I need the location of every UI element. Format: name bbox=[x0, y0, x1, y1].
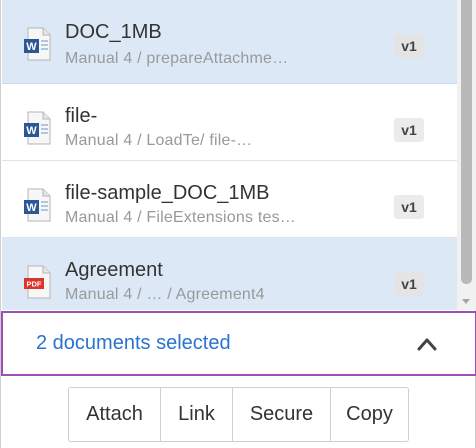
document-path: Manual 4 / FileExtensions tes… bbox=[65, 209, 296, 226]
chevron-up-icon[interactable] bbox=[417, 337, 437, 351]
word-document-icon: W bbox=[24, 111, 52, 145]
pdf-badge-text: PDF bbox=[27, 280, 42, 289]
version-badge: v1 bbox=[394, 34, 424, 58]
svg-text:W: W bbox=[26, 125, 37, 137]
document-title: Agreement bbox=[65, 259, 163, 281]
document-title: file- bbox=[65, 105, 98, 127]
document-path: Manual 4 / LoadTe/ file-… bbox=[65, 132, 253, 149]
document-row-agreement[interactable]: PDF Agreement Manual 4 / … / Agreement4 … bbox=[2, 238, 457, 310]
word-document-icon: W bbox=[24, 27, 52, 61]
svg-text:W: W bbox=[26, 202, 37, 214]
link-button[interactable]: Link bbox=[161, 388, 233, 441]
document-title: DOC_1MB bbox=[65, 21, 162, 43]
copy-button[interactable]: Copy bbox=[331, 388, 408, 441]
document-title: file-sample_DOC_1MB bbox=[65, 182, 270, 204]
document-path: Manual 4 / prepareAttachme… bbox=[65, 50, 289, 67]
version-badge: v1 bbox=[394, 272, 424, 296]
selection-count-label: 2 documents selected bbox=[36, 332, 231, 354]
document-row-file[interactable]: W file- Manual 4 / LoadTe/ file-… v1 bbox=[2, 84, 457, 161]
version-badge: v1 bbox=[394, 118, 424, 142]
attach-button[interactable]: Attach bbox=[69, 388, 161, 441]
action-button-group: Attach Link Secure Copy bbox=[68, 387, 409, 442]
document-row-file-sample-doc-1mb[interactable]: W file-sample_DOC_1MB Manual 4 / FileExt… bbox=[2, 161, 457, 238]
secure-button[interactable]: Secure bbox=[233, 388, 331, 441]
scroll-down-arrow-icon[interactable] bbox=[462, 299, 470, 304]
version-badge: v1 bbox=[394, 195, 424, 219]
scrollbar-thumb[interactable] bbox=[461, 0, 472, 284]
word-document-icon: W bbox=[24, 188, 52, 222]
pdf-document-icon: PDF bbox=[24, 265, 52, 299]
document-list: W DOC_1MB Manual 4 / prepareAttachme… v1… bbox=[2, 0, 457, 310]
document-row-doc-1mb[interactable]: W DOC_1MB Manual 4 / prepareAttachme… v1 bbox=[2, 0, 457, 84]
document-picker-panel: W DOC_1MB Manual 4 / prepareAttachme… v1… bbox=[0, 0, 476, 448]
vertical-scrollbar[interactable] bbox=[457, 0, 476, 310]
svg-text:W: W bbox=[26, 41, 37, 53]
document-path: Manual 4 / … / Agreement4 bbox=[65, 286, 265, 303]
selection-summary-bar[interactable]: 2 documents selected bbox=[1, 311, 476, 376]
